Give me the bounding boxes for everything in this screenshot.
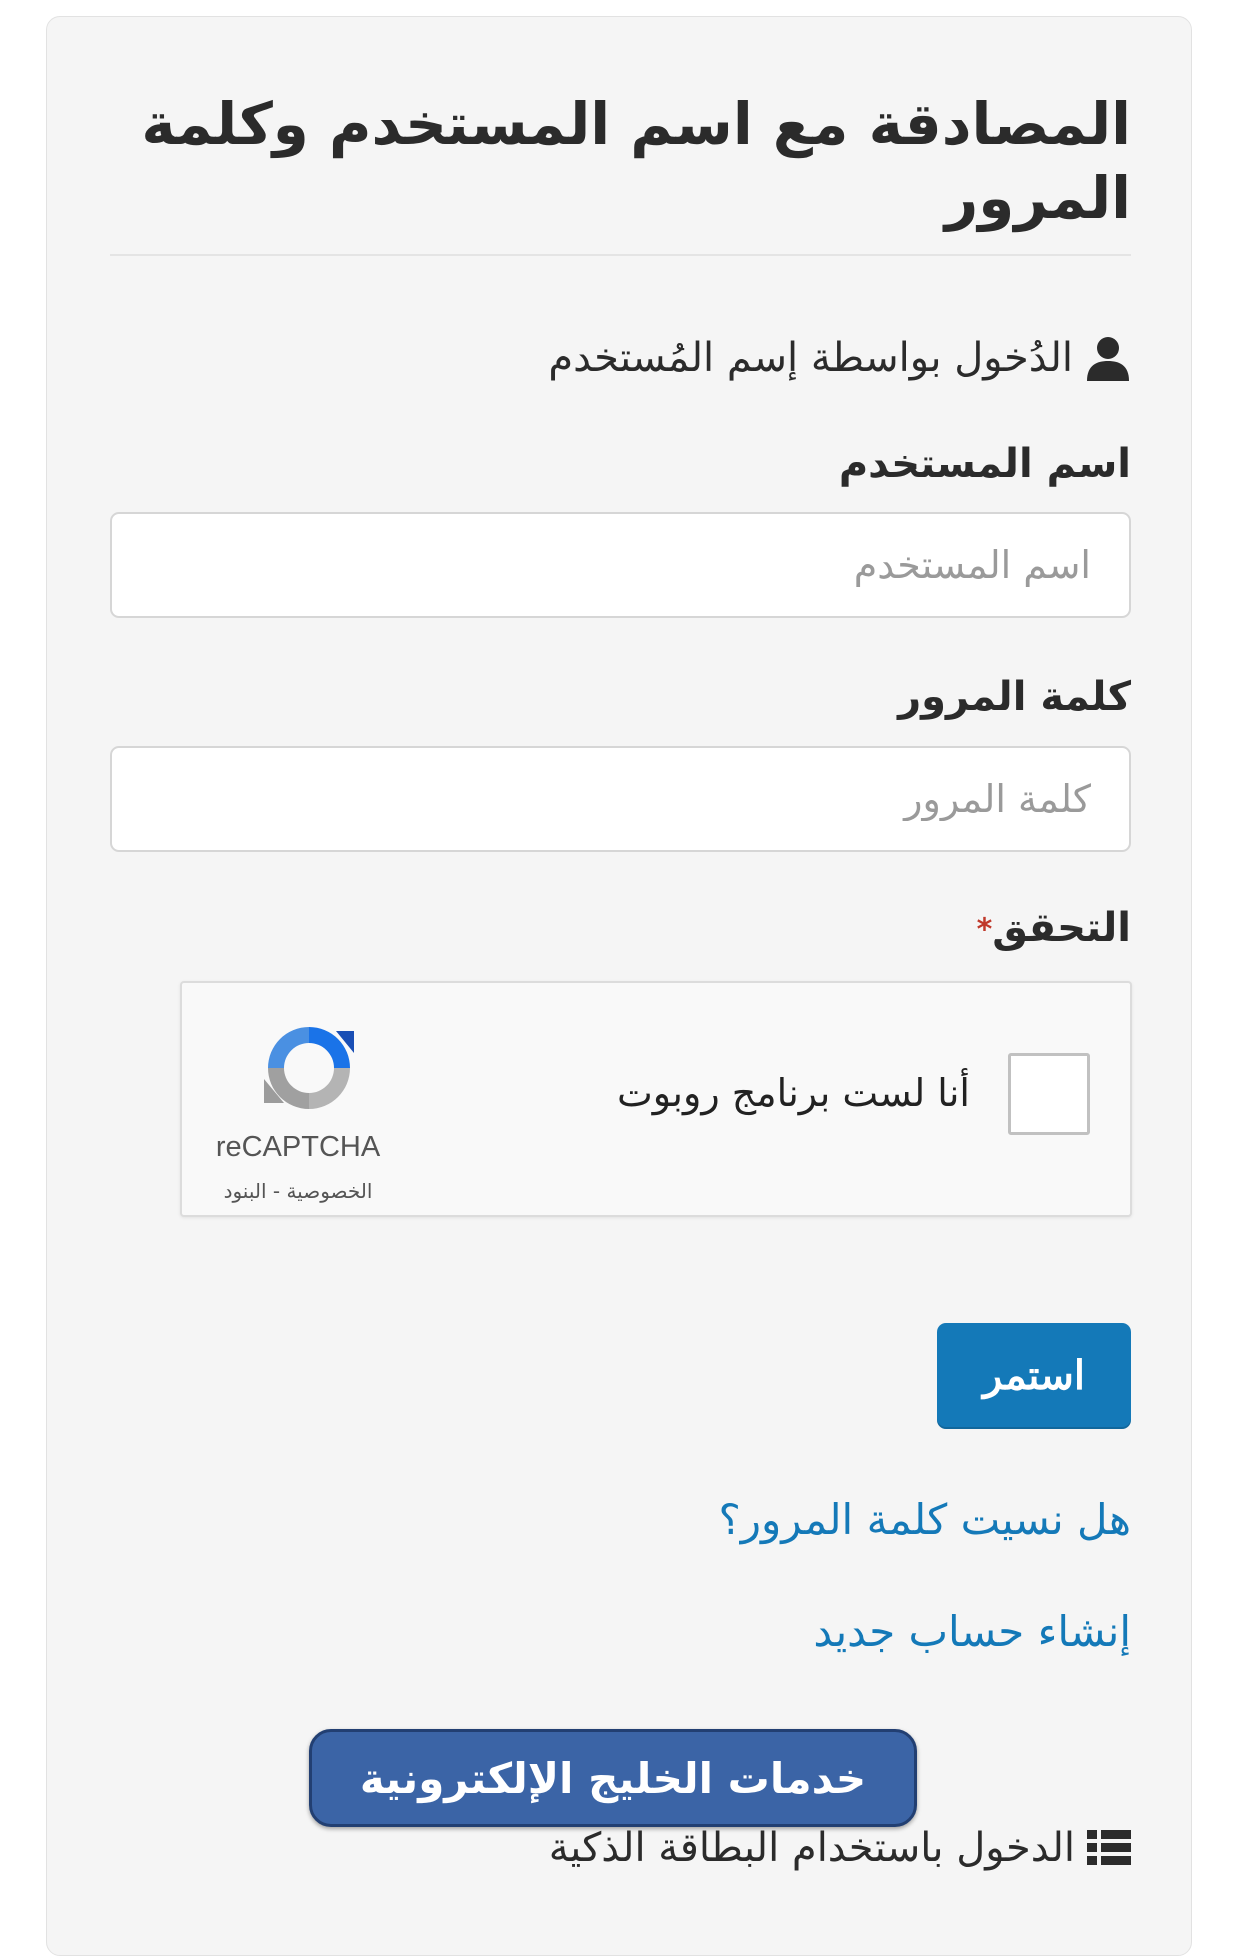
user-icon bbox=[1085, 335, 1131, 381]
recaptcha-checkbox-text: أنا لست برنامج روبوت bbox=[616, 1071, 970, 1115]
username-input[interactable] bbox=[110, 512, 1131, 618]
recaptcha-widget: أنا لست برنامج روبوت reCAPTCHA الخصوصية … bbox=[180, 981, 1132, 1217]
smart-card-login-text: الدخول باستخدام البطاقة الذكية bbox=[548, 1825, 1075, 1871]
title-divider bbox=[110, 254, 1131, 256]
recaptcha-logo-icon bbox=[254, 1013, 364, 1123]
recaptcha-brand: reCAPTCHA bbox=[215, 1131, 381, 1163]
gulf-services-button[interactable]: خدمات الخليج الإلكترونية bbox=[309, 1729, 917, 1827]
username-label: اسم المستخدم bbox=[838, 441, 1131, 487]
recaptcha-privacy-terms-links[interactable]: الخصوصية - البنود bbox=[202, 1179, 394, 1203]
continue-button[interactable]: استمر bbox=[937, 1323, 1131, 1429]
section-heading-text: الدُخول بواسطة إسم المُستخدم bbox=[548, 335, 1073, 381]
list-icon bbox=[1087, 1828, 1131, 1868]
password-input[interactable] bbox=[110, 746, 1131, 852]
smart-card-login-link[interactable]: الدخول باستخدام البطاقة الذكية bbox=[231, 1825, 1131, 1871]
verification-label-text: التحقق bbox=[992, 905, 1131, 951]
login-panel: المصادقة مع اسم المستخدم وكلمة المرور ال… bbox=[46, 16, 1192, 1956]
recaptcha-checkbox[interactable] bbox=[1008, 1053, 1090, 1135]
password-label: كلمة المرور bbox=[898, 674, 1131, 720]
create-account-link[interactable]: إنشاء حساب جديد bbox=[813, 1607, 1131, 1656]
verification-label: التحقق* bbox=[977, 905, 1131, 951]
page-title: المصادقة مع اسم المستخدم وكلمة المرور bbox=[141, 90, 1131, 232]
section-heading: الدُخول بواسطة إسم المُستخدم bbox=[331, 335, 1131, 381]
forgot-password-link[interactable]: هل نسيت كلمة المرور؟ bbox=[718, 1495, 1131, 1544]
required-marker: * bbox=[976, 912, 993, 948]
